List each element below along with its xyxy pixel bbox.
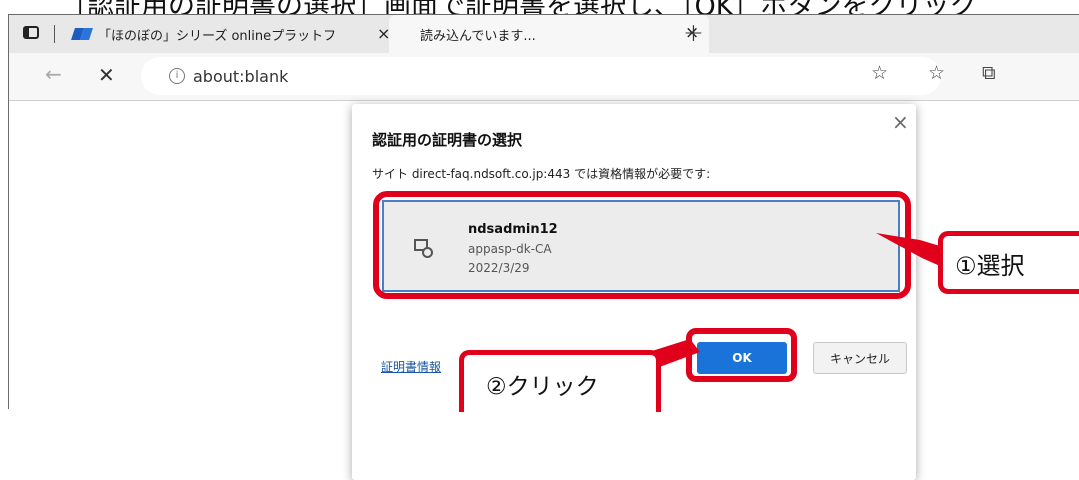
tab-title: 「ほのぼの」シリーズ onlineプラットフォ [98,29,338,44]
dialog-description: サイト direct-faq.ndsoft.co.jp:443 では資格情報が必… [372,167,711,181]
address-bar[interactable]: i about:blank [141,57,941,95]
tab-honobono[interactable]: 「ほのぼの」シリーズ onlineプラットフォ × [65,15,400,53]
new-tab-button[interactable]: + [683,18,704,47]
dialog-title: 認証用の証明書の選択 [372,131,523,149]
annotation-step1-text: ①選択 [955,252,1025,280]
annotation-step2-label: ②クリック [459,350,661,412]
stop-loading-icon[interactable]: ✕ [98,63,115,87]
favorites-icon[interactable]: ☆ [928,62,945,84]
tab-loading[interactable]: 読み込んでいます... × [389,15,709,53]
url-text[interactable]: about:blank [193,67,288,86]
instruction-heading-text: ［認証用の証明書の選択］画面で証明書を選択し、［OK］ボタンをクリック [60,0,976,14]
tab-bar: 「ほのぼの」シリーズ onlineプラットフォ × 読み込んでいます... × … [9,15,1079,53]
highlight-certificate [373,191,911,299]
back-arrow-icon[interactable]: ← [45,62,62,86]
tab-actions-icon[interactable] [23,26,39,39]
tab-divider [54,25,55,43]
tab-title: 読み込んでいます... [420,29,536,44]
add-favorite-icon[interactable]: ☆ [871,62,888,84]
annotation-step2-text: ②クリック [486,374,599,400]
instruction-heading-cut: ［認証用の証明書の選択］画面で証明書を選択し、［OK］ボタンをクリック [0,0,1079,14]
dialog-close-icon[interactable]: × [892,110,909,134]
highlight-ok-button [686,328,797,382]
site-info-icon[interactable]: i [169,68,185,84]
cancel-button[interactable]: キャンセル [813,342,907,374]
certificate-info-link[interactable]: 証明書情報 [381,358,441,375]
collections-icon[interactable]: ⧉ [982,62,996,84]
browser-toolbar: ← ✕ i about:blank ☆ ☆ ⧉ [9,53,1079,101]
site-favicon-icon [71,28,93,40]
annotation-step1-label: ①選択 [938,231,1079,294]
